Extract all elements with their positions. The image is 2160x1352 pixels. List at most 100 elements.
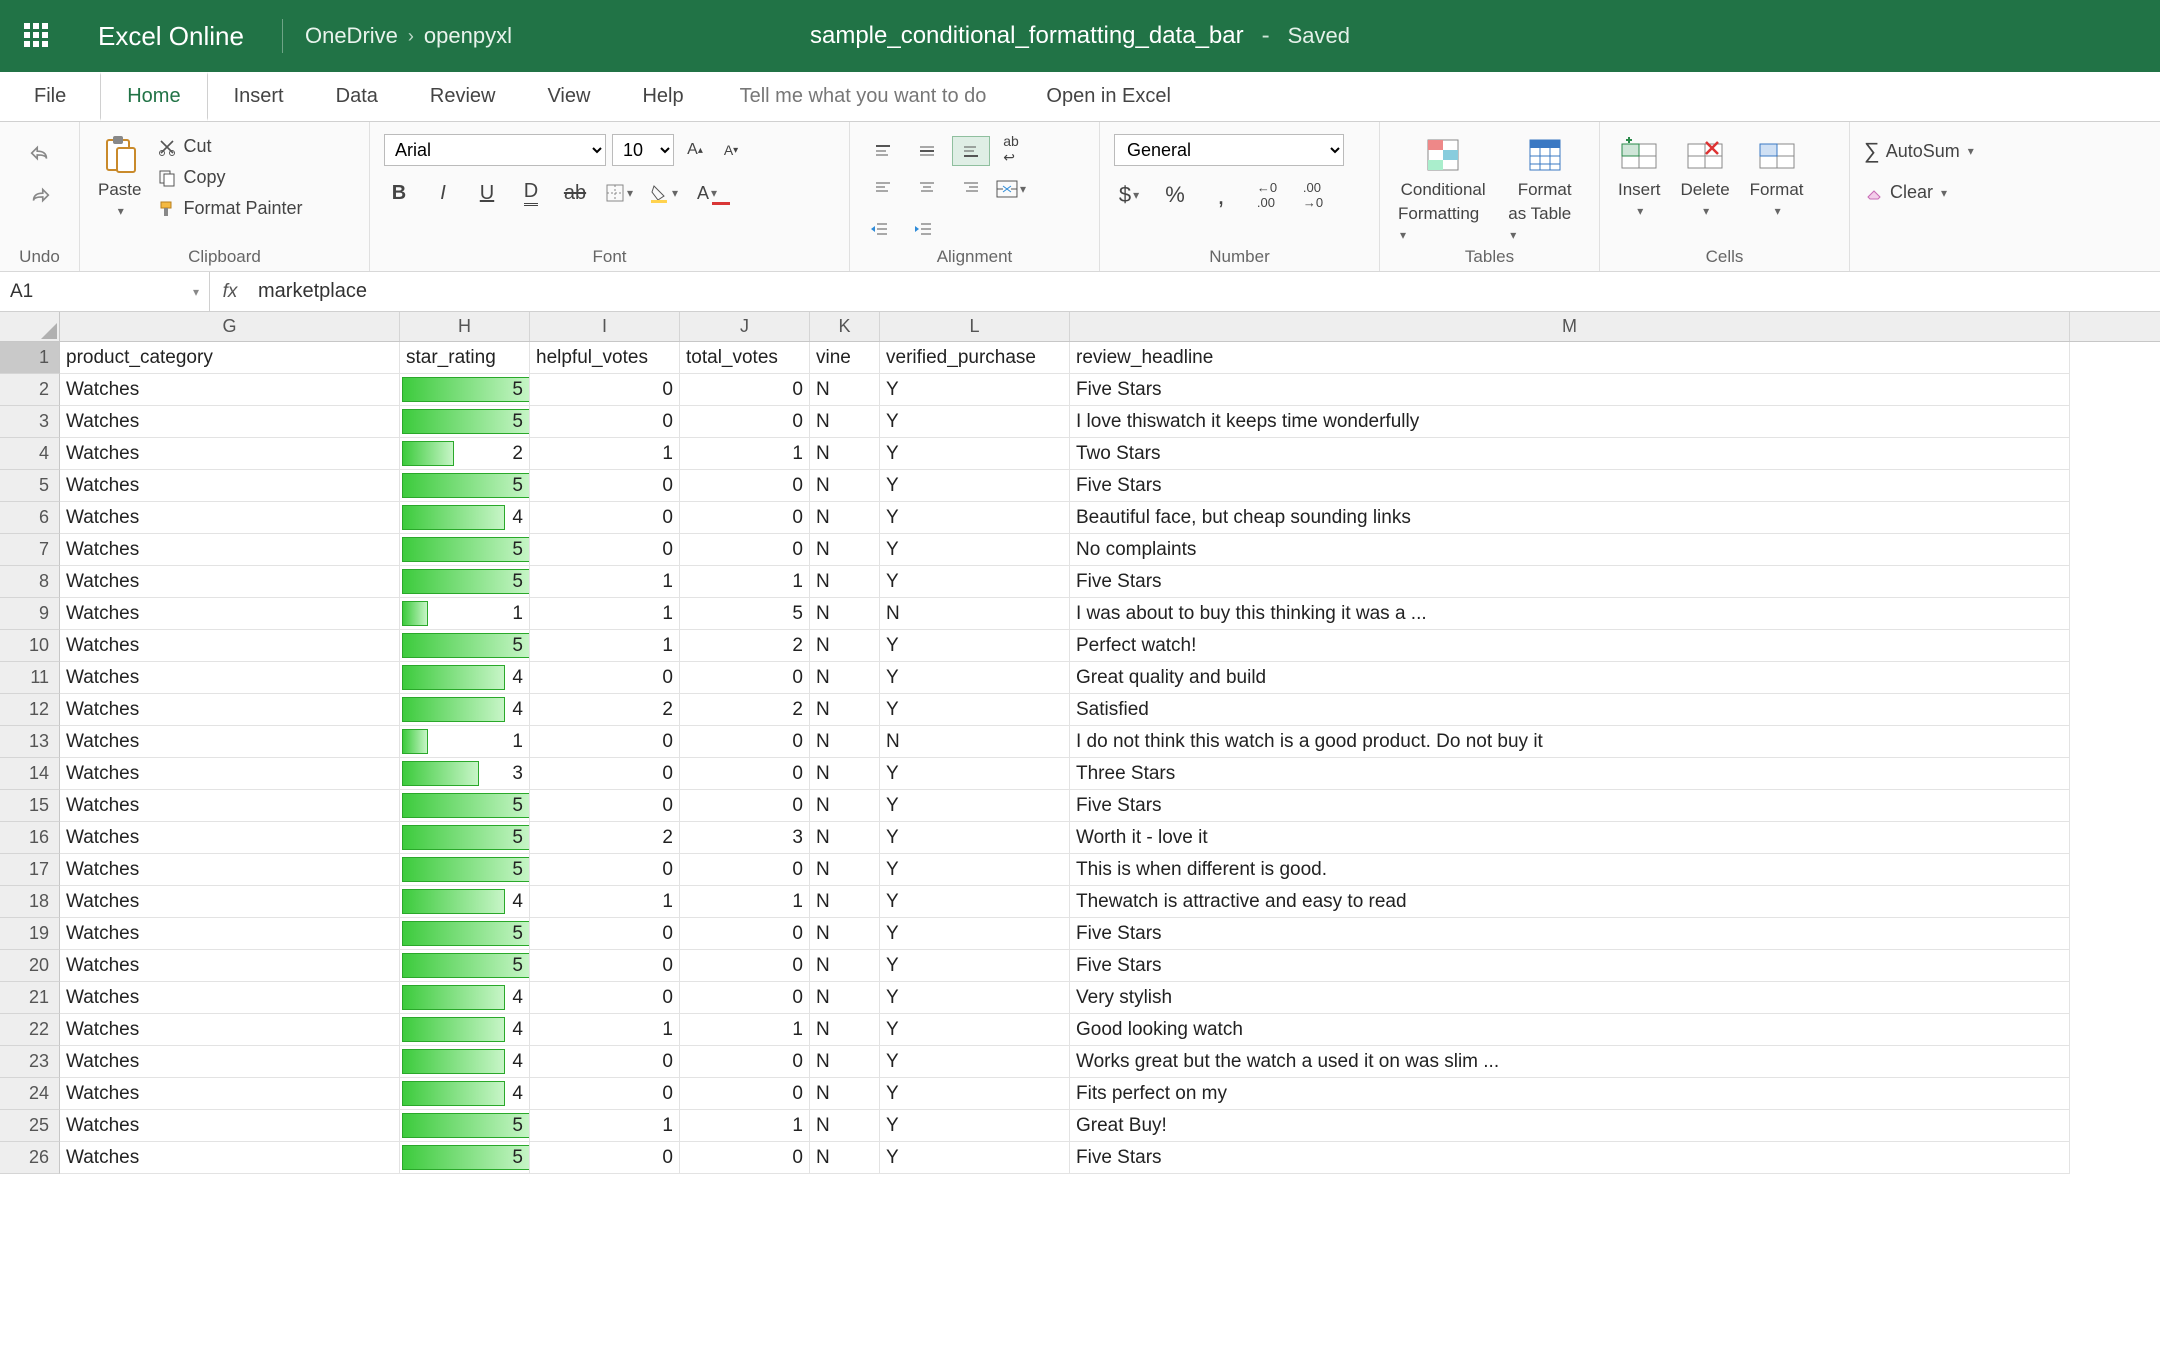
cell-verified[interactable]: Y	[880, 534, 1070, 566]
row-header-26[interactable]: 26	[0, 1142, 60, 1174]
cell-verified[interactable]: Y	[880, 438, 1070, 470]
row-header-8[interactable]: 8	[0, 566, 60, 598]
align-center-button[interactable]	[908, 172, 946, 202]
cell-category[interactable]: Watches	[60, 502, 400, 534]
column-header-M[interactable]: M	[1070, 312, 2070, 341]
header-cell[interactable]: product_category	[60, 342, 400, 374]
row-header-2[interactable]: 2	[0, 374, 60, 406]
percent-format-button[interactable]: %	[1160, 180, 1190, 210]
double-underline-button[interactable]: D	[516, 178, 546, 208]
cell-headline[interactable]: Great Buy!	[1070, 1110, 2070, 1142]
cell-vine[interactable]: N	[810, 726, 880, 758]
cell-total[interactable]: 0	[680, 1046, 810, 1078]
cell-category[interactable]: Watches	[60, 694, 400, 726]
align-left-button[interactable]	[864, 172, 902, 202]
cell-category[interactable]: Watches	[60, 534, 400, 566]
cell-rating[interactable]: 5	[400, 950, 530, 982]
row-header-21[interactable]: 21	[0, 982, 60, 1014]
column-header-L[interactable]: L	[880, 312, 1070, 341]
column-header-J[interactable]: J	[680, 312, 810, 341]
cell-rating[interactable]: 4	[400, 662, 530, 694]
cell-verified[interactable]: Y	[880, 790, 1070, 822]
font-size-select[interactable]: 10	[612, 134, 674, 166]
cell-category[interactable]: Watches	[60, 854, 400, 886]
cell-verified[interactable]: Y	[880, 374, 1070, 406]
increase-indent-button[interactable]	[908, 214, 938, 244]
format-as-table-button[interactable]: Format as Table ▾	[1504, 134, 1585, 244]
cell-category[interactable]: Watches	[60, 438, 400, 470]
cell-headline[interactable]: Perfect watch!	[1070, 630, 2070, 662]
cell-verified[interactable]: Y	[880, 886, 1070, 918]
header-cell[interactable]: total_votes	[680, 342, 810, 374]
copy-button[interactable]: Copy	[157, 167, 302, 188]
row-header-19[interactable]: 19	[0, 918, 60, 950]
tab-view[interactable]: View	[521, 72, 616, 121]
cell-category[interactable]: Watches	[60, 1014, 400, 1046]
tab-help[interactable]: Help	[616, 72, 709, 121]
breadcrumb-folder[interactable]: openpyxl	[424, 23, 512, 49]
row-header-12[interactable]: 12	[0, 694, 60, 726]
grow-font-icon[interactable]: A▴	[680, 135, 710, 165]
cell-category[interactable]: Watches	[60, 598, 400, 630]
cell-helpful[interactable]: 0	[530, 790, 680, 822]
cell-category[interactable]: Watches	[60, 374, 400, 406]
cell-verified[interactable]: Y	[880, 822, 1070, 854]
app-launcher-icon[interactable]	[24, 23, 50, 49]
cell-category[interactable]: Watches	[60, 470, 400, 502]
cell-total[interactable]: 1	[680, 1110, 810, 1142]
cell-total[interactable]: 0	[680, 790, 810, 822]
cell-rating[interactable]: 5	[400, 790, 530, 822]
format-cells-button[interactable]: Format ▾	[1746, 134, 1808, 218]
delete-cells-button[interactable]: Delete ▾	[1677, 134, 1734, 218]
row-header-22[interactable]: 22	[0, 1014, 60, 1046]
cell-verified[interactable]: N	[880, 598, 1070, 630]
breadcrumb-root[interactable]: OneDrive	[305, 23, 398, 49]
cell-verified[interactable]: Y	[880, 854, 1070, 886]
cell-helpful[interactable]: 1	[530, 566, 680, 598]
cell-vine[interactable]: N	[810, 918, 880, 950]
row-header-11[interactable]: 11	[0, 662, 60, 694]
clear-button[interactable]: Clear ▾	[1864, 182, 1947, 203]
cell-helpful[interactable]: 2	[530, 822, 680, 854]
cell-rating[interactable]: 5	[400, 918, 530, 950]
header-cell[interactable]: star_rating	[400, 342, 530, 374]
cell-rating[interactable]: 5	[400, 406, 530, 438]
cut-button[interactable]: Cut	[157, 136, 302, 157]
cell-rating[interactable]: 5	[400, 470, 530, 502]
merge-button[interactable]: ▾	[996, 174, 1026, 204]
row-header-17[interactable]: 17	[0, 854, 60, 886]
cell-headline[interactable]: Five Stars	[1070, 790, 2070, 822]
format-painter-button[interactable]: Format Painter	[157, 198, 302, 219]
cell-vine[interactable]: N	[810, 950, 880, 982]
cell-helpful[interactable]: 0	[530, 758, 680, 790]
cell-category[interactable]: Watches	[60, 406, 400, 438]
cell-total[interactable]: 0	[680, 406, 810, 438]
cell-category[interactable]: Watches	[60, 1142, 400, 1174]
row-header-6[interactable]: 6	[0, 502, 60, 534]
conditional-formatting-button[interactable]: Conditional Formatting ▾	[1394, 134, 1492, 244]
cell-vine[interactable]: N	[810, 598, 880, 630]
cell-verified[interactable]: Y	[880, 1078, 1070, 1110]
cell-headline[interactable]: Good looking watch	[1070, 1014, 2070, 1046]
cell-vine[interactable]: N	[810, 886, 880, 918]
row-header-7[interactable]: 7	[0, 534, 60, 566]
cell-vine[interactable]: N	[810, 630, 880, 662]
cell-total[interactable]: 1	[680, 886, 810, 918]
cell-rating[interactable]: 5	[400, 854, 530, 886]
decrease-decimal-button[interactable]: .00→0	[1298, 180, 1328, 210]
cell-headline[interactable]: Beautiful face, but cheap sounding links	[1070, 502, 2070, 534]
accounting-format-button[interactable]: $▾	[1114, 180, 1144, 210]
cell-total[interactable]: 0	[680, 374, 810, 406]
cell-verified[interactable]: Y	[880, 1110, 1070, 1142]
cell-category[interactable]: Watches	[60, 790, 400, 822]
number-format-select[interactable]: General	[1114, 134, 1344, 166]
cell-helpful[interactable]: 1	[530, 630, 680, 662]
tab-insert[interactable]: Insert	[208, 72, 310, 121]
tab-home[interactable]: Home	[100, 72, 207, 121]
select-all-corner[interactable]	[0, 312, 60, 341]
cell-verified[interactable]: Y	[880, 470, 1070, 502]
cell-helpful[interactable]: 0	[530, 534, 680, 566]
cell-rating[interactable]: 5	[400, 534, 530, 566]
strikethrough-button[interactable]: ab	[560, 178, 590, 208]
row-header-10[interactable]: 10	[0, 630, 60, 662]
